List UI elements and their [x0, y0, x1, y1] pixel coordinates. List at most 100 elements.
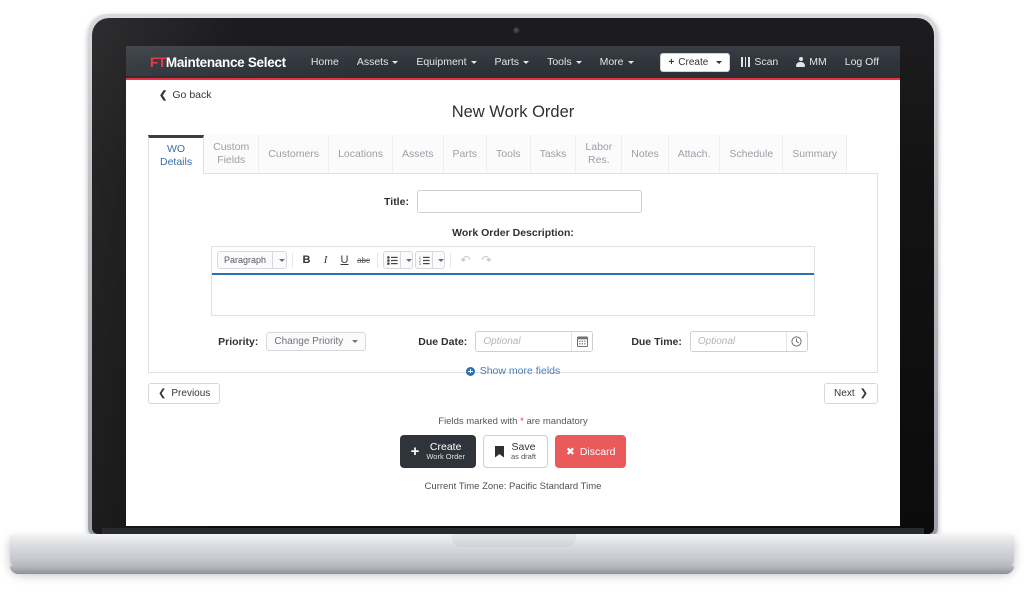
redo-button[interactable]: ↷	[477, 253, 496, 267]
laptop-screen: FTMaintenance Select Home Assets Equipme…	[126, 46, 900, 526]
description-label: Work Order Description:	[452, 227, 574, 239]
tab-bar: WO Details Custom Fields Customers Locat…	[148, 135, 878, 174]
timezone-note: Current Time Zone: Pacific Standard Time	[424, 481, 602, 492]
brand-mark: FT	[150, 54, 166, 70]
page-body: ❮ Go back New Work Order WO Details Cust…	[126, 80, 900, 526]
italic-button[interactable]: I	[317, 252, 334, 269]
description-textarea[interactable]	[212, 275, 814, 315]
next-button-label: Next	[834, 388, 855, 399]
bullet-list-button[interactable]	[383, 251, 414, 269]
nav-item-more-label: More	[599, 56, 624, 68]
chevron-down-icon	[352, 340, 359, 343]
priority-label: Priority:	[218, 335, 259, 348]
toolbar-divider	[292, 252, 294, 268]
previous-button[interactable]: ❮ Previous	[148, 383, 221, 404]
undo-button[interactable]: ↶	[456, 253, 475, 267]
chevron-left-icon: ❮	[159, 89, 168, 101]
paragraph-format-select[interactable]: Paragraph	[217, 251, 288, 269]
plus-circle-icon	[465, 366, 475, 376]
chevron-down-icon	[627, 60, 634, 64]
tab-custom-fields[interactable]: Custom Fields	[204, 135, 260, 173]
tab-attach[interactable]: Attach.	[668, 135, 721, 173]
nav-item-equipment-label: Equipment	[416, 56, 467, 68]
nav-item-home-label: Home	[310, 56, 339, 68]
nav-links: Home Assets Equipment Parts Tools More	[302, 50, 643, 74]
title-input[interactable]	[416, 190, 642, 213]
tab-schedule[interactable]: Schedule	[720, 135, 784, 173]
editor-toolbar: Paragraph B I U abc 1 2 3 ↶ ↷	[212, 247, 814, 275]
go-back-link[interactable]: ❮ Go back	[126, 80, 900, 101]
chevron-down-icon	[392, 60, 399, 64]
nav-item-assets-label: Assets	[356, 56, 389, 68]
tab-wo-details[interactable]: WO Details	[148, 135, 205, 174]
logoff-label: Log Off	[844, 56, 879, 68]
scan-label: Scan	[754, 56, 779, 68]
tab-customers[interactable]: Customers	[259, 135, 330, 173]
chevron-down-icon	[716, 60, 723, 64]
user-menu[interactable]: MM	[789, 51, 834, 73]
mandatory-suffix: are mandatory	[523, 416, 588, 427]
due-date-input[interactable]: Optional	[476, 332, 571, 351]
brand-logo[interactable]: FTMaintenance Select	[150, 55, 286, 70]
create-work-order-sub-label: Work Order	[426, 452, 465, 462]
webcam-icon	[513, 27, 521, 35]
tab-summary[interactable]: Summary	[783, 135, 848, 173]
title-row: Title:	[149, 190, 877, 213]
calendar-icon[interactable]	[571, 332, 593, 351]
priority-dropdown[interactable]: Change Priority	[266, 332, 367, 351]
bullet-list-icon	[384, 255, 400, 265]
tab-parts[interactable]: Parts	[443, 135, 488, 173]
due-date-field[interactable]: Optional	[475, 331, 594, 352]
chevron-right-icon: ❯	[859, 388, 868, 399]
nav-item-equipment[interactable]: Equipment	[407, 50, 485, 74]
underline-button[interactable]: U	[336, 252, 353, 269]
clock-icon[interactable]	[785, 332, 807, 351]
user-initials: MM	[809, 56, 827, 68]
due-date-label: Due Date:	[418, 335, 468, 348]
tab-tasks[interactable]: Tasks	[530, 135, 577, 173]
barcode-icon	[741, 57, 750, 67]
logoff-button[interactable]: Log Off	[838, 51, 886, 73]
create-work-order-button[interactable]: + Create Work Order	[399, 435, 476, 468]
paragraph-format-label: Paragraph	[224, 255, 267, 265]
nav-item-tools-label: Tools	[547, 56, 572, 68]
chevron-down-icon	[470, 60, 477, 64]
due-time-field[interactable]: Optional	[689, 331, 808, 352]
top-navbar: FTMaintenance Select Home Assets Equipme…	[126, 46, 900, 80]
nav-item-parts[interactable]: Parts	[486, 50, 539, 74]
nav-item-home[interactable]: Home	[302, 50, 348, 74]
create-button-label: Create	[678, 56, 709, 68]
next-button[interactable]: Next ❯	[824, 383, 878, 404]
plus-icon: +	[410, 443, 420, 460]
save-draft-button[interactable]: Save as draft	[482, 435, 548, 468]
tab-notes[interactable]: Notes	[622, 135, 669, 173]
nav-item-tools[interactable]: Tools	[538, 50, 591, 74]
tab-labor-res[interactable]: Labor Res.	[576, 135, 623, 173]
chevron-down-icon	[575, 60, 582, 64]
navbar-right-group: + Create Scan MM Log Off	[660, 51, 892, 73]
previous-button-label: Previous	[171, 388, 211, 399]
bookmark-icon	[494, 445, 504, 458]
nav-item-more[interactable]: More	[591, 50, 643, 74]
numbered-list-button[interactable]: 123	[415, 251, 446, 269]
description-editor: Paragraph B I U abc 1 2 3 ↶ ↷	[211, 246, 815, 316]
due-time-input[interactable]: Optional	[691, 332, 786, 351]
create-button[interactable]: + Create	[660, 52, 731, 72]
chevron-down-icon	[432, 252, 444, 268]
show-more-fields-link[interactable]: Show more fields	[149, 365, 877, 377]
discard-button-label: Discard	[579, 445, 616, 458]
close-icon: ✖	[566, 445, 575, 458]
bold-button[interactable]: B	[298, 252, 315, 269]
chevron-down-icon	[400, 252, 412, 268]
nav-item-assets[interactable]: Assets	[348, 50, 408, 74]
laptop-base-notch	[452, 534, 576, 547]
discard-button[interactable]: ✖ Discard	[555, 435, 627, 468]
brand-name: Maintenance Select	[165, 54, 286, 70]
tab-tools[interactable]: Tools	[487, 135, 531, 173]
tab-assets[interactable]: Assets	[393, 135, 444, 173]
person-icon	[796, 57, 806, 67]
strikethrough-button[interactable]: abc	[355, 252, 372, 269]
save-draft-labels: Save as draft	[511, 441, 536, 462]
tab-locations[interactable]: Locations	[329, 135, 394, 173]
scan-button[interactable]: Scan	[734, 51, 785, 73]
